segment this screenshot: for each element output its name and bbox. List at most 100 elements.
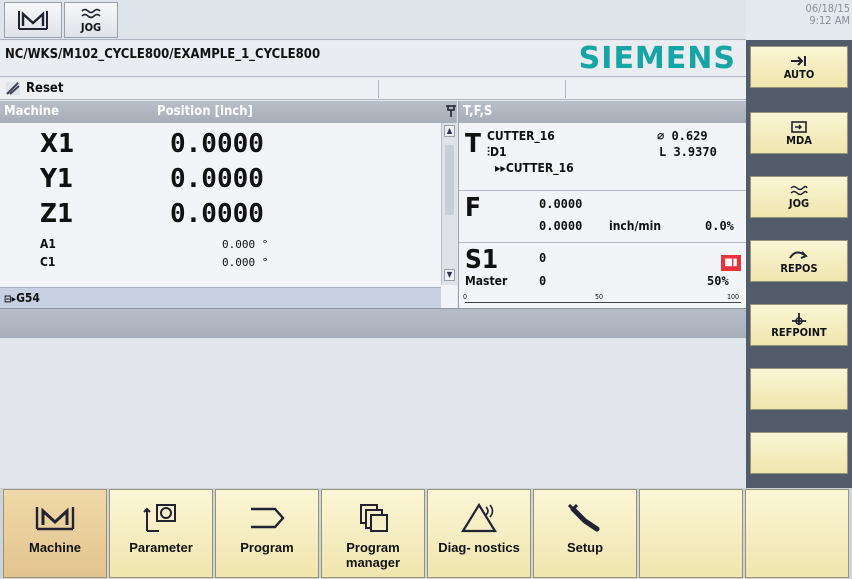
scale-mid: 50 — [595, 293, 604, 301]
feed-unit: inch/min — [609, 219, 662, 233]
feed-override: 0.0% — [705, 219, 734, 233]
softkey-mda-label: MDA — [786, 133, 812, 147]
axis-x1-position: 0.0000 — [170, 129, 264, 159]
next-tool: ▸▸CUTTER_16 — [495, 161, 574, 175]
auto-arrow-icon — [791, 55, 806, 66]
machine-mode-button[interactable] — [4, 2, 62, 38]
program-path: NC/WKS/M102_CYCLE800/EXAMPLE_1_CYCLE800 — [5, 47, 321, 62]
axis-y1-name: Y1 — [40, 164, 74, 194]
jog-wave-icon — [790, 185, 808, 195]
machine-column-header: Machine — [4, 104, 60, 119]
mode-bar: JOG — [0, 0, 746, 40]
time-text: 9:12 AM — [809, 14, 850, 27]
tfs-title: T,F,S — [463, 104, 493, 119]
channel-status-row: Reset — [0, 78, 746, 100]
program-manager-icon — [360, 504, 388, 532]
reset-icon — [6, 82, 20, 95]
softkey-program-label: Program — [240, 540, 294, 555]
feed-actual: 0.0000 — [539, 197, 583, 211]
softkey-empty-1[interactable] — [750, 368, 848, 410]
program-icon — [251, 507, 285, 529]
softkey-empty-2[interactable] — [750, 432, 848, 474]
softkey-program-manager-label: Program manager — [345, 540, 401, 570]
divider — [565, 80, 566, 98]
work-offset-icon: ⊟▸ — [4, 294, 17, 305]
position-header: Machine Position [inch] — [0, 101, 457, 123]
axis-c1-position: 0.000 ° — [222, 256, 269, 269]
softkey-program-manager[interactable]: Program manager — [321, 489, 425, 578]
spindle-section: S1 0 ■▮ Master 0 50% 0 50 100 — [459, 243, 747, 308]
tool-edge: ⫶D1 — [487, 145, 507, 160]
scale-min: 0 — [463, 293, 468, 301]
mda-icon — [791, 120, 807, 133]
spindle-override: 50% — [707, 274, 729, 288]
position-column-header: Position [inch] — [157, 104, 253, 119]
jog-mode-button[interactable]: JOG — [64, 2, 118, 38]
repos-arrow-icon — [789, 250, 808, 259]
date-time: 06/18/15 9:12 AM — [746, 3, 850, 27]
reset-status: Reset — [26, 81, 64, 96]
softkey-machine[interactable]: Machine — [3, 489, 107, 578]
message-band — [0, 308, 746, 338]
softkey-program[interactable]: Program — [215, 489, 319, 578]
softkey-auto-label: AUTO — [783, 67, 815, 81]
wrench-icon — [567, 503, 600, 532]
softkey-parameter[interactable]: Parameter — [109, 489, 213, 578]
axis-z1-name: Z1 — [40, 199, 74, 229]
softkey-diagnostics-label: Diag- nostics — [438, 540, 520, 555]
axis-x1-name: X1 — [40, 129, 75, 159]
position-window: Machine Position [inch] X1 0.0000 Y1 0.0… — [0, 101, 457, 308]
position-scrollbar[interactable]: ▲ ▼ — [441, 123, 457, 285]
axis-a1-name: A1 — [40, 237, 56, 251]
softkey-jog-label: JOG — [788, 196, 810, 210]
axis-a1-position: 0.000 ° — [222, 238, 269, 251]
refpoint-icon — [792, 312, 806, 325]
tool-name: CUTTER_16 — [487, 129, 555, 143]
softkey-setup-label: Setup — [566, 540, 604, 555]
scroll-down-arrow-icon[interactable]: ▼ — [444, 269, 455, 281]
axis-z1-position: 0.0000 — [170, 199, 264, 229]
feed-letter: F — [465, 193, 481, 223]
tool-length: L 3.9370 — [659, 145, 717, 159]
tool-diameter: ∅ 0.629 — [657, 129, 708, 143]
work-offset-value: G54 — [16, 291, 40, 305]
divider — [378, 80, 379, 98]
spindle-speed: 0 — [539, 251, 547, 265]
softkey-repos-label: REPOS — [780, 261, 818, 275]
machine-icon — [18, 11, 48, 30]
program-path-bar: NC/WKS/M102_CYCLE800/EXAMPLE_1_CYCLE800 … — [0, 41, 746, 77]
softkey-auto[interactable]: AUTO — [750, 46, 848, 88]
tfs-header: T,F,S — [446, 101, 746, 123]
master-value: 0 — [539, 274, 547, 288]
softkey-parameter-label: Parameter — [129, 540, 193, 555]
softkey-repos[interactable]: REPOS — [750, 240, 848, 282]
softkey-empty-h[interactable] — [639, 489, 743, 578]
softkey-jog[interactable]: JOG — [750, 176, 848, 218]
softkey-empty-h2[interactable] — [745, 489, 849, 578]
jog-wave-icon — [81, 8, 101, 18]
spindle-letter: S1 — [465, 245, 499, 275]
tool-section: T CUTTER_16 ∅ 0.629 ⫶D1 L 3.9370 ▸▸CUTTE… — [459, 123, 747, 191]
softkey-machine-label: Machine — [28, 540, 81, 555]
work-area — [0, 338, 746, 488]
tool-d-number: D1 — [490, 145, 507, 159]
diagnostics-warning-icon — [461, 502, 497, 533]
work-offset: ⊟▸G54 — [4, 291, 40, 305]
softkey-refpoint[interactable]: REFPOINT — [750, 304, 848, 346]
softkey-diagnostics[interactable]: Diag- nostics — [427, 489, 531, 578]
machine-icon — [35, 507, 75, 531]
softkey-setup[interactable]: Setup — [533, 489, 637, 578]
axis-y1-position: 0.0000 — [170, 164, 264, 194]
siemens-logo: SIEMENS — [578, 41, 736, 76]
horizontal-softkey-bar: Machine Parameter Program Program manage… — [0, 488, 852, 579]
softkey-mda[interactable]: MDA — [750, 112, 848, 154]
parameter-icon — [143, 504, 176, 532]
scroll-thumb[interactable] — [445, 145, 454, 215]
jog-mode-label: JOG — [80, 20, 102, 34]
softkey-refpoint-label: REFPOINT — [771, 325, 827, 339]
vertical-softkey-bar: AUTO MDA JOG REPOS REFPOINT — [746, 40, 852, 488]
tfs-window: T,F,S T CUTTER_16 ∅ 0.629 ⫶D1 L 3.9370 ▸… — [446, 101, 747, 308]
master-label: Master — [465, 274, 508, 288]
scroll-up-arrow-icon[interactable]: ▲ — [444, 125, 455, 137]
work-offset-bar: ⊟▸G54 — [0, 287, 441, 308]
